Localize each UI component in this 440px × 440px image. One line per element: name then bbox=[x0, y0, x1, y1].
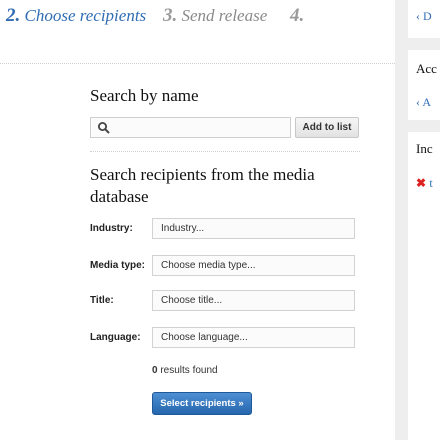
sidebar-link-1[interactable]: ‹ D bbox=[416, 9, 432, 24]
step-four[interactable]: 4. bbox=[290, 5, 304, 27]
sidebar-gutter bbox=[395, 0, 408, 440]
step-number: 3. bbox=[163, 5, 178, 26]
industry-label: Industry: bbox=[90, 223, 133, 234]
media-type-label: Media type: bbox=[90, 260, 146, 271]
sidebar-header-1: Acc bbox=[416, 61, 437, 76]
right-sidebar: ‹ D Acc ‹ A Inc ✖ t bbox=[408, 0, 440, 440]
search-name-box[interactable] bbox=[90, 117, 291, 138]
step-label: Choose recipients bbox=[24, 6, 147, 25]
language-select[interactable]: Choose language... bbox=[152, 327, 355, 348]
sidebar-item[interactable]: ✖ t bbox=[416, 176, 433, 191]
results-count: 0 results found bbox=[152, 365, 218, 376]
search-by-name-heading: Search by name bbox=[90, 86, 199, 105]
divider bbox=[90, 151, 360, 152]
sidebar-header-2: Inc bbox=[416, 141, 433, 156]
sidebar-item-label: t bbox=[429, 176, 433, 190]
main-content: 2. Choose recipients 3. Send release 4. … bbox=[0, 0, 395, 440]
results-text: results found bbox=[157, 365, 218, 376]
divider bbox=[0, 63, 395, 64]
language-label: Language: bbox=[90, 332, 141, 343]
media-type-select[interactable]: Choose media type... bbox=[152, 255, 355, 276]
industry-field[interactable]: Industry... bbox=[152, 218, 355, 239]
media-database-heading: Search recipients from the media databas… bbox=[90, 165, 315, 206]
step-label: Send release bbox=[181, 6, 268, 25]
step-number: 4. bbox=[290, 5, 305, 26]
title-select[interactable]: Choose title... bbox=[152, 290, 355, 311]
add-to-list-button[interactable]: Add to list bbox=[295, 117, 359, 138]
search-name-input[interactable] bbox=[113, 119, 288, 136]
sidebar-link-2[interactable]: ‹ A bbox=[416, 95, 431, 110]
search-icon bbox=[98, 122, 110, 134]
step-send-release[interactable]: 3. Send release bbox=[163, 5, 267, 27]
remove-icon[interactable]: ✖ bbox=[416, 176, 426, 190]
sidebar-separator bbox=[408, 38, 440, 50]
sidebar-separator bbox=[408, 120, 440, 132]
step-number: 2. bbox=[6, 5, 21, 26]
title-label: Title: bbox=[90, 295, 114, 306]
step-choose-recipients[interactable]: 2. Choose recipients bbox=[6, 5, 146, 27]
select-recipients-button[interactable]: Select recipients » bbox=[152, 392, 252, 415]
